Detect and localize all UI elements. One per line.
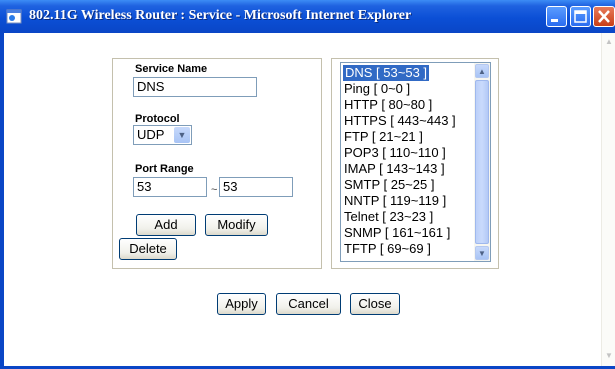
chevron-down-icon[interactable]: ▼: [475, 246, 489, 260]
scrollbar-thumb[interactable]: [475, 80, 489, 244]
port-range-label: Port Range: [135, 163, 194, 175]
listbox-scrollbar[interactable]: ▲ ▼: [474, 63, 490, 261]
window-title: 802.11G Wireless Router : Service - Micr…: [29, 8, 412, 23]
list-item[interactable]: SNMP [ 161~161 ]: [344, 225, 450, 241]
chevron-down-icon[interactable]: ▼: [604, 351, 614, 361]
add-button[interactable]: Add: [136, 214, 196, 236]
list-item[interactable]: DNS [ 53~53 ]: [343, 65, 430, 81]
service-name-input[interactable]: DNS: [133, 77, 257, 97]
list-item[interactable]: FTP [ 21~21 ]: [344, 129, 423, 145]
page-scrollbar[interactable]: ▲ ▼: [601, 33, 615, 366]
close-button[interactable]: Close: [350, 293, 400, 315]
protocol-select[interactable]: UDP ▼: [133, 125, 192, 145]
maximize-button[interactable]: [570, 6, 591, 27]
close-window-button[interactable]: [593, 6, 615, 27]
minimize-button[interactable]: [546, 6, 567, 27]
modify-button[interactable]: Modify: [205, 214, 268, 236]
chevron-down-icon[interactable]: ▼: [174, 127, 190, 143]
chevron-up-icon[interactable]: ▲: [604, 37, 614, 47]
list-item[interactable]: HTTPS [ 443~443 ]: [344, 113, 456, 129]
list-item[interactable]: Ping [ 0~0 ]: [344, 81, 410, 97]
cancel-button[interactable]: Cancel: [276, 293, 341, 315]
port-start-input[interactable]: 53: [133, 177, 207, 197]
delete-button[interactable]: Delete: [119, 238, 177, 260]
ie-page-icon: [6, 9, 22, 24]
protocol-value: UDP: [137, 127, 165, 142]
port-range-separator: ~: [211, 184, 218, 196]
port-end-input[interactable]: 53: [219, 177, 293, 197]
list-item[interactable]: SMTP [ 25~25 ]: [344, 177, 434, 193]
minimize-icon: [551, 19, 558, 22]
service-name-label: Service Name: [135, 63, 208, 75]
chevron-up-icon[interactable]: ▲: [475, 64, 489, 78]
list-item[interactable]: Telnet [ 23~23 ]: [344, 209, 433, 225]
list-item[interactable]: POP3 [ 110~110 ]: [344, 145, 446, 161]
protocol-label: Protocol: [135, 113, 180, 125]
title-bar[interactable]: 802.11G Wireless Router : Service - Micr…: [0, 0, 615, 34]
list-item[interactable]: NNTP [ 119~119 ]: [344, 193, 446, 209]
close-icon: [598, 10, 610, 23]
list-item[interactable]: TFTP [ 69~69 ]: [344, 241, 431, 257]
maximize-icon: [574, 10, 587, 23]
list-item[interactable]: IMAP [ 143~143 ]: [344, 161, 445, 177]
list-item[interactable]: HTTP [ 80~80 ]: [344, 97, 432, 113]
service-listbox[interactable]: DNS [ 53~53 ] Ping [ 0~0 ] HTTP [ 80~80 …: [340, 62, 491, 262]
apply-button[interactable]: Apply: [217, 293, 266, 315]
